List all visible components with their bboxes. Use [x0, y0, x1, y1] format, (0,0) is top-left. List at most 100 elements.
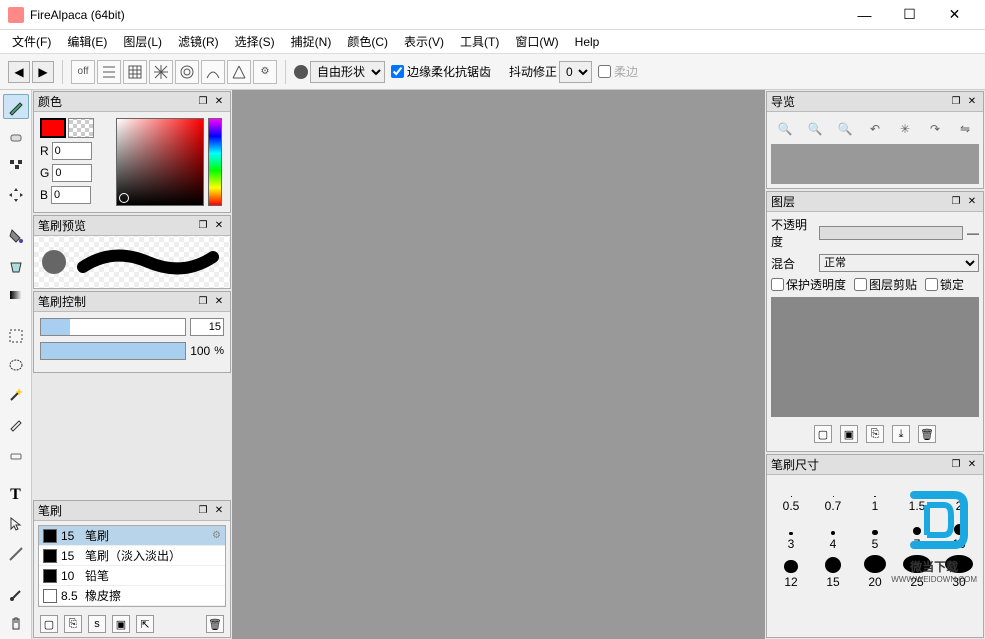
- brush-list-item[interactable]: 10铅笔: [39, 566, 225, 586]
- shape-select[interactable]: 自由形状: [310, 61, 385, 83]
- brush-import-button[interactable]: ⇱: [136, 615, 154, 633]
- flip-icon[interactable]: ⇋: [956, 120, 974, 138]
- menu-edit[interactable]: 编辑(E): [59, 30, 115, 53]
- menu-layer[interactable]: 图层(L): [115, 30, 170, 53]
- soft-checkbox[interactable]: [598, 65, 611, 78]
- fill-tool[interactable]: [3, 223, 29, 248]
- lasso-tool[interactable]: [3, 353, 29, 378]
- navigator-preview[interactable]: [771, 144, 979, 184]
- rotate-reset-icon[interactable]: ✳: [896, 120, 914, 138]
- zoom-out-icon[interactable]: 🔍: [806, 120, 824, 138]
- brush-list-item[interactable]: 8.5橡皮擦: [39, 586, 225, 606]
- rotate-right-icon[interactable]: ↷: [926, 120, 944, 138]
- brush-opacity-slider[interactable]: [40, 342, 186, 360]
- eraser-tool[interactable]: [3, 123, 29, 148]
- background-color-swatch[interactable]: [68, 118, 94, 138]
- hand-tool[interactable]: [3, 612, 29, 637]
- brush-list[interactable]: 15笔刷⚙15笔刷（淡入淡出）10铅笔8.5橡皮擦: [38, 525, 226, 607]
- menu-color[interactable]: 颜色(C): [339, 30, 396, 53]
- layer-opacity-slider[interactable]: [819, 226, 963, 240]
- dot-tool[interactable]: [3, 153, 29, 178]
- brush-list-item[interactable]: 15笔刷⚙: [39, 526, 225, 546]
- duplicate-layer-button[interactable]: ⎘: [866, 425, 884, 443]
- select-eraser-tool[interactable]: [3, 441, 29, 466]
- brush-folder-button[interactable]: ▣: [112, 615, 130, 633]
- snap-radial-button[interactable]: [149, 60, 173, 84]
- menu-file[interactable]: 文件(F): [4, 30, 59, 53]
- clipping-checkbox[interactable]: 图层剪贴: [854, 276, 917, 293]
- zoom-in-icon[interactable]: 🔍: [776, 120, 794, 138]
- brush-size-cell[interactable]: 1: [855, 479, 895, 515]
- panel-undock-icon[interactable]: ❐: [949, 95, 963, 109]
- menu-filter[interactable]: 滤镜(R): [170, 30, 227, 53]
- maximize-button[interactable]: ☐: [887, 1, 932, 29]
- g-input[interactable]: [52, 164, 92, 182]
- brush-size-cell[interactable]: 0.7: [813, 479, 853, 515]
- brush-size-cell[interactable]: 2: [939, 479, 979, 515]
- panel-close-icon[interactable]: ✕: [965, 195, 979, 209]
- panel-undock-icon[interactable]: ❐: [196, 219, 210, 233]
- eyedropper-tool[interactable]: [3, 582, 29, 607]
- divide-tool[interactable]: [3, 541, 29, 566]
- soft-checkbox-label[interactable]: 柔边: [598, 63, 638, 80]
- nav-prev-button[interactable]: ◀: [8, 61, 30, 83]
- brush-size-slider[interactable]: [40, 318, 186, 336]
- panel-close-icon[interactable]: ✕: [212, 95, 226, 109]
- menu-help[interactable]: Help: [567, 32, 608, 52]
- panel-undock-icon[interactable]: ❐: [196, 95, 210, 109]
- text-tool[interactable]: T: [3, 482, 29, 507]
- foreground-color-swatch[interactable]: [40, 118, 66, 138]
- delete-layer-button[interactable]: 🗑: [918, 425, 936, 443]
- brush-size-cell[interactable]: 25: [897, 555, 937, 591]
- brush-size-cell[interactable]: 1.5: [897, 479, 937, 515]
- merge-layer-button[interactable]: ⤓: [892, 425, 910, 443]
- magic-wand-tool[interactable]: [3, 382, 29, 407]
- new-brush-button[interactable]: ▢: [40, 615, 58, 633]
- layer-list[interactable]: [771, 297, 979, 417]
- snap-settings-button[interactable]: ⚙: [253, 60, 277, 84]
- brush-size-cell[interactable]: 4: [813, 517, 853, 553]
- brush-size-cell[interactable]: 20: [855, 555, 895, 591]
- snap-off-button[interactable]: off: [71, 60, 95, 84]
- close-button[interactable]: ✕: [932, 1, 977, 29]
- brush-size-cell[interactable]: 15: [813, 555, 853, 591]
- brush-size-input[interactable]: [190, 318, 224, 336]
- brush-size-cell[interactable]: 30: [939, 555, 979, 591]
- brush-size-cell[interactable]: 0.5: [771, 479, 811, 515]
- hue-slider[interactable]: [208, 118, 222, 206]
- zoom-fit-icon[interactable]: 🔍: [836, 120, 854, 138]
- panel-close-icon[interactable]: ✕: [965, 95, 979, 109]
- snap-parallel-button[interactable]: [97, 60, 121, 84]
- lock-checkbox[interactable]: 锁定: [925, 276, 964, 293]
- panel-close-icon[interactable]: ✕: [212, 295, 226, 309]
- minimize-button[interactable]: —: [842, 1, 887, 29]
- select-pen-tool[interactable]: [3, 412, 29, 437]
- panel-undock-icon[interactable]: ❐: [196, 504, 210, 518]
- panel-undock-icon[interactable]: ❐: [949, 458, 963, 472]
- snap-circle-button[interactable]: [175, 60, 199, 84]
- menu-view[interactable]: 表示(V): [396, 30, 452, 53]
- blend-mode-select[interactable]: 正常: [819, 254, 979, 272]
- bucket-tool[interactable]: [3, 253, 29, 278]
- rotate-left-icon[interactable]: ↶: [866, 120, 884, 138]
- gradient-tool[interactable]: [3, 282, 29, 307]
- menu-snap[interactable]: 捕捉(N): [283, 30, 340, 53]
- duplicate-brush-button[interactable]: ⎘: [64, 615, 82, 633]
- b-input[interactable]: [51, 186, 91, 204]
- snap-vanish-button[interactable]: [227, 60, 251, 84]
- select-rect-tool[interactable]: [3, 323, 29, 348]
- canvas-area[interactable]: [232, 90, 765, 639]
- antialias-checkbox-label[interactable]: 边缘柔化抗锯齿: [391, 63, 491, 80]
- brush-size-cell[interactable]: 12: [771, 555, 811, 591]
- brush-size-cell[interactable]: 3: [771, 517, 811, 553]
- panel-undock-icon[interactable]: ❐: [196, 295, 210, 309]
- jitter-select[interactable]: 0: [559, 61, 592, 83]
- menu-tool[interactable]: 工具(T): [452, 30, 507, 53]
- brush-size-cell[interactable]: 10: [939, 517, 979, 553]
- new-folder-button[interactable]: ▣: [840, 425, 858, 443]
- panel-undock-icon[interactable]: ❐: [949, 195, 963, 209]
- move-tool[interactable]: [3, 182, 29, 207]
- brush-tool[interactable]: [3, 94, 29, 119]
- nav-next-button[interactable]: ▶: [32, 61, 54, 83]
- brush-size-cell[interactable]: 5: [855, 517, 895, 553]
